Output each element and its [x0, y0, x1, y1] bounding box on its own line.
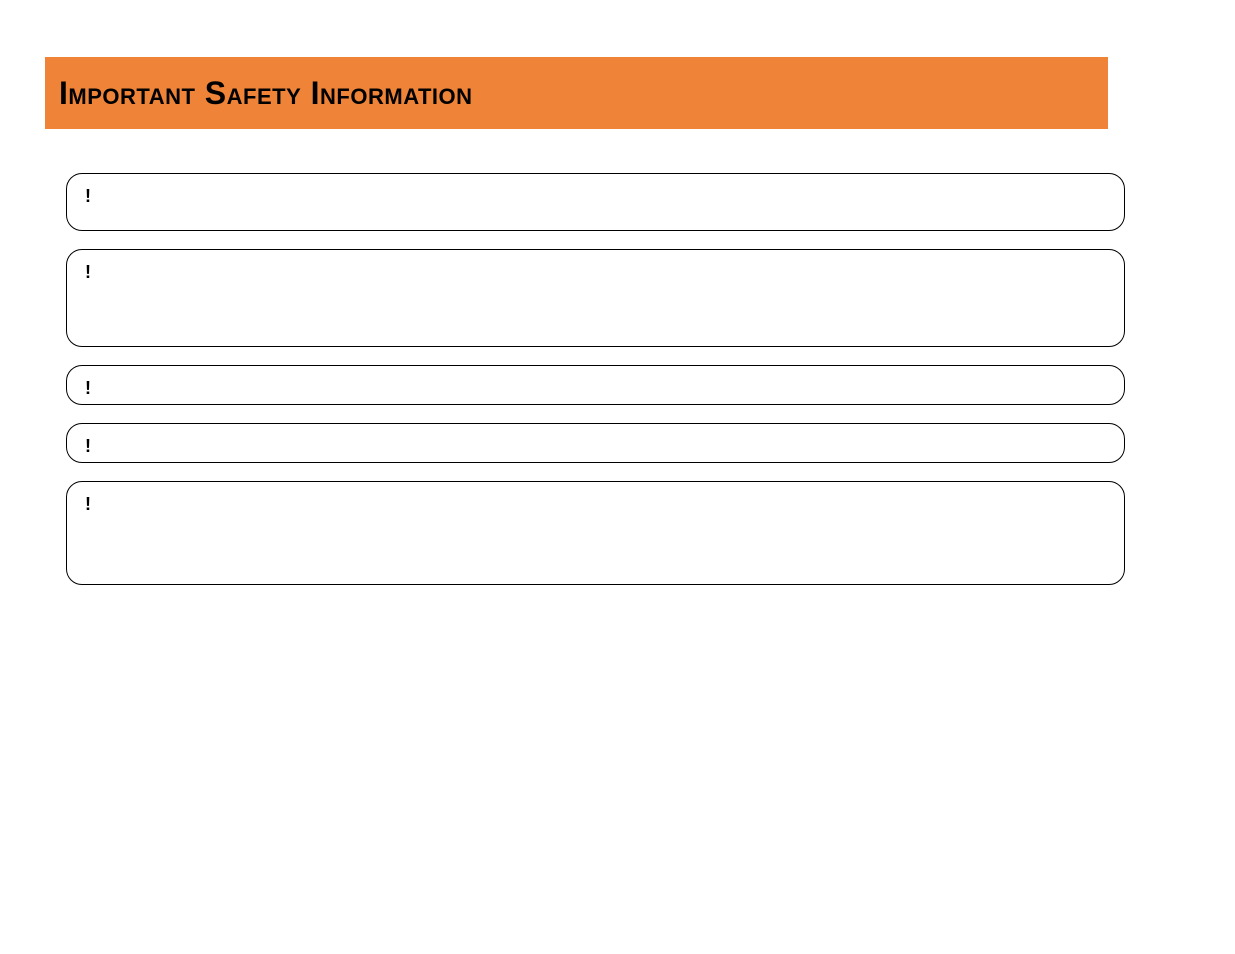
safety-box: ! [66, 481, 1125, 585]
header-bar: Important Safety Information [45, 57, 1108, 129]
warning-icon: ! [85, 262, 91, 283]
warning-icon: ! [85, 436, 91, 457]
safety-box: ! [66, 249, 1125, 347]
warning-icon: ! [85, 186, 91, 207]
safety-box: ! [66, 423, 1125, 463]
safety-box: ! [66, 365, 1125, 405]
warning-icon: ! [85, 378, 91, 399]
page-title: Important Safety Information [59, 75, 473, 112]
safety-box: ! [66, 173, 1125, 231]
safety-boxes-container: ! ! ! ! ! [66, 173, 1125, 603]
warning-icon: ! [85, 494, 91, 515]
